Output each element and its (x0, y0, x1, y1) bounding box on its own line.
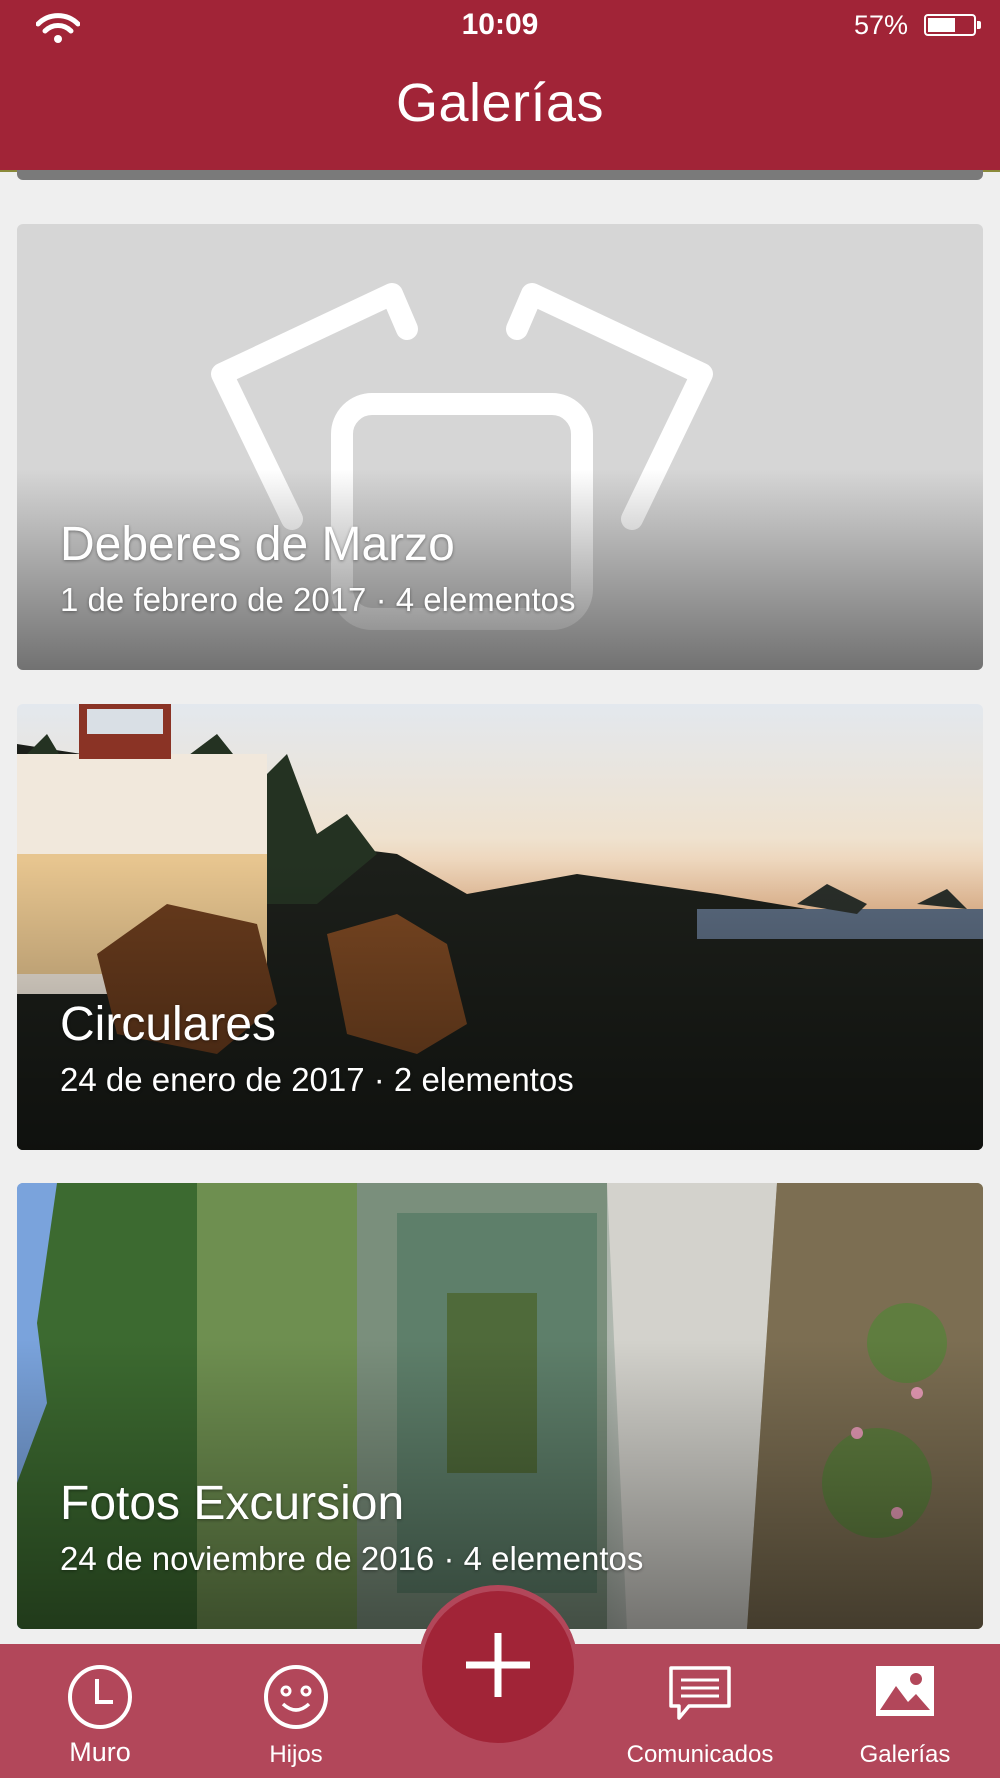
plus-icon (466, 1633, 530, 1697)
chat-icon (669, 1666, 731, 1720)
battery-icon (924, 14, 981, 36)
tab-label: Hijos (269, 1741, 323, 1768)
gallery-list[interactable]: Deberes de Marzo 1 de febrero de 2017 · … (0, 170, 1000, 1644)
gallery-card[interactable]: Circulares 24 de enero de 2017 · 2 eleme… (17, 704, 983, 1150)
tab-hijos[interactable]: Hijos (236, 1644, 356, 1778)
tab-label: Muro (69, 1737, 131, 1767)
add-button[interactable] (422, 1591, 574, 1743)
tab-galerias[interactable]: Galerías (840, 1644, 970, 1778)
gallery-title: Deberes de Marzo (60, 518, 455, 571)
battery-level (928, 18, 956, 32)
tab-label: Comunicados (626, 1741, 774, 1768)
tab-label: Galerías (859, 1741, 951, 1768)
gallery-card-partial[interactable] (17, 170, 983, 180)
smiley-icon (264, 1665, 328, 1729)
gallery-meta: 1 de febrero de 2017 · 4 elementos (60, 581, 576, 618)
battery-percent: 57% (853, 10, 908, 40)
gallery-meta: 24 de enero de 2017 · 2 elementos (60, 1061, 574, 1098)
gallery-card[interactable]: Deberes de Marzo 1 de febrero de 2017 · … (17, 224, 983, 670)
gallery-title: Fotos Excursion (60, 1477, 405, 1530)
gallery-meta: 24 de noviembre de 2016 · 4 elementos (60, 1540, 644, 1577)
gallery-title: Circulares (60, 998, 277, 1051)
app-header: 10:09 57% Galerías (0, 0, 1000, 172)
status-time: 10:09 (461, 8, 539, 41)
clock-icon (68, 1665, 132, 1729)
tab-comunicados[interactable]: Comunicados (610, 1644, 790, 1778)
gallery-card[interactable]: Fotos Excursion 24 de noviembre de 2016 … (17, 1183, 983, 1629)
tab-muro[interactable]: Muro (40, 1644, 160, 1778)
image-icon (876, 1666, 934, 1716)
page-title: Galerías (395, 73, 605, 133)
status-bar: 10:09 57% (0, 0, 1000, 52)
